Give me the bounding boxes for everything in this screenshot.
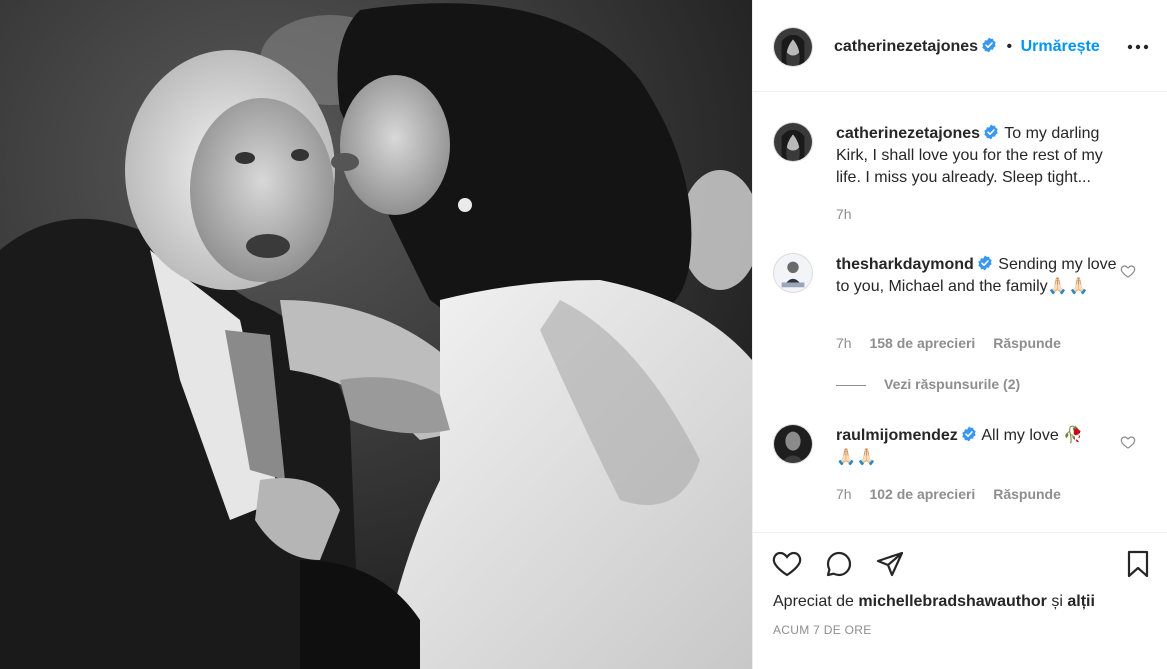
comment-avatar-image bbox=[774, 254, 812, 292]
comment-time[interactable]: 7h bbox=[836, 486, 852, 502]
post-photo[interactable] bbox=[0, 0, 752, 669]
author-username[interactable]: catherinezetajones bbox=[834, 38, 978, 55]
more-options-icon[interactable] bbox=[1126, 36, 1150, 58]
post-actions: Apreciat de michellebradshawauthor și al… bbox=[753, 532, 1167, 669]
replies-divider bbox=[836, 384, 866, 386]
author-avatar-image bbox=[774, 28, 812, 66]
comment-username[interactable]: thesharkdaymond bbox=[836, 256, 974, 273]
comment-avatar[interactable] bbox=[773, 253, 813, 293]
liked-by-user[interactable]: michellebradshawauthor bbox=[858, 593, 1047, 610]
caption-time[interactable]: 7h bbox=[836, 206, 852, 222]
comment-body: All my love 🥀 bbox=[981, 427, 1084, 444]
liked-by-suffix: și bbox=[1051, 593, 1063, 610]
view-replies-button[interactable]: Vezi răspunsurile (2) bbox=[836, 376, 1020, 392]
like-heart-icon[interactable] bbox=[771, 548, 803, 580]
comment-avatar-image bbox=[774, 425, 812, 463]
liked-by: Apreciat de michellebradshawauthor și al… bbox=[773, 593, 1095, 611]
comment-text: thesharkdaymond Sending my love to you, … bbox=[836, 254, 1132, 298]
caption-username[interactable]: catherinezetajones bbox=[836, 125, 980, 142]
comment-meta: 7h 102 de aprecieri Răspunde bbox=[836, 486, 1075, 502]
like-comment-heart-icon[interactable] bbox=[1120, 263, 1136, 279]
caption-text: catherinezetajones To my darling Kirk, I… bbox=[836, 123, 1132, 189]
comment-emoji: 🙏🏻🙏🏻 bbox=[836, 449, 878, 466]
comment-bubble-icon[interactable] bbox=[823, 548, 855, 580]
comment-meta: 7h 158 de aprecieri Răspunde bbox=[836, 335, 1075, 351]
post-sidebar: catherinezetajones • Urmărește catherine… bbox=[752, 0, 1167, 669]
post-timestamp[interactable]: ACUM 7 DE ORE bbox=[773, 623, 872, 637]
comment-likes[interactable]: 158 de aprecieri bbox=[869, 335, 975, 351]
comment-likes[interactable]: 102 de aprecieri bbox=[869, 486, 975, 502]
header-separator: • bbox=[1006, 38, 1013, 55]
photo-image bbox=[0, 0, 752, 669]
post-header: catherinezetajones • Urmărește bbox=[753, 0, 1167, 92]
save-bookmark-icon[interactable] bbox=[1122, 548, 1154, 580]
header-line: catherinezetajones • Urmărește bbox=[834, 37, 1100, 56]
comment-username[interactable]: raulmijomendez bbox=[836, 427, 958, 444]
liked-by-others[interactable]: alții bbox=[1067, 593, 1095, 610]
like-comment-heart-icon[interactable] bbox=[1120, 434, 1136, 450]
follow-button[interactable]: Urmărește bbox=[1021, 38, 1100, 55]
comment-text: raulmijomendez All my love 🥀 🙏🏻🙏🏻 bbox=[836, 425, 1132, 469]
view-replies-label: Vezi răspunsurile (2) bbox=[884, 376, 1021, 392]
share-paper-plane-icon[interactable] bbox=[874, 548, 906, 580]
verified-badge-icon bbox=[962, 426, 976, 442]
reply-button[interactable]: Răspunde bbox=[993, 335, 1061, 351]
caption-meta: 7h bbox=[836, 206, 866, 222]
comment-time[interactable]: 7h bbox=[836, 335, 852, 351]
verified-badge-icon bbox=[978, 255, 992, 271]
comment-emoji: 🙏🏻🙏🏻 bbox=[1047, 278, 1090, 295]
caption-avatar[interactable] bbox=[773, 122, 813, 162]
reply-button[interactable]: Răspunde bbox=[993, 486, 1061, 502]
caption-avatar-image bbox=[774, 123, 812, 161]
author-avatar[interactable] bbox=[773, 27, 813, 67]
verified-badge-icon bbox=[984, 124, 998, 140]
liked-by-prefix: Apreciat de bbox=[773, 593, 854, 610]
verified-badge-icon bbox=[982, 37, 996, 53]
comment-avatar[interactable] bbox=[773, 424, 813, 464]
